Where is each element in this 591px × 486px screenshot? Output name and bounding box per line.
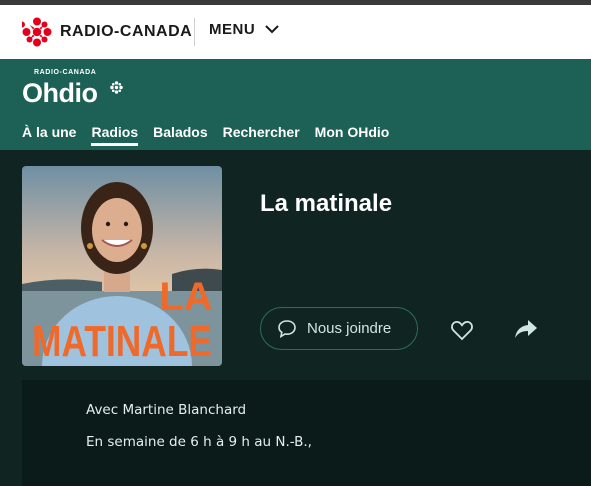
radio-canada-header: RADIO-CANADA MENU: [0, 5, 591, 59]
ohdio-logo[interactable]: RADIO-CANADA Ohdio: [22, 69, 132, 113]
cover-title-matinale: MATINALE: [32, 317, 212, 366]
nav-item-mon-ohdio[interactable]: Mon OHdio: [315, 124, 390, 145]
show-description-panel: Avec Martine Blanchard En semaine de 6 h…: [22, 380, 591, 486]
nav-item-a-la-une[interactable]: À la une: [22, 124, 76, 145]
header-divider: [194, 18, 195, 46]
brand-name: RADIO-CANADA: [60, 23, 193, 40]
contact-button-label: Nous joindre: [307, 320, 392, 337]
nav-item-balados[interactable]: Balados: [153, 124, 207, 145]
menu-button[interactable]: MENU: [209, 21, 279, 38]
cbc-gem-icon: [22, 17, 52, 47]
chevron-down-icon: [265, 25, 279, 34]
main-nav: À la une Radios Balados Rechercher Mon O…: [22, 124, 404, 146]
ohdio-bar: RADIO-CANADA Ohdio À la une Radios Balad…: [0, 59, 591, 150]
show-host: Avec Martine Blanchard: [86, 402, 247, 418]
menu-label: MENU: [209, 21, 256, 38]
nav-item-radios[interactable]: Radios: [91, 124, 138, 146]
show-content: LA MATINALE La matinale Nous joindre Ave…: [0, 150, 591, 486]
ohdio-wordmark: Ohdio: [22, 78, 98, 108]
cover-title-la: LA: [159, 275, 212, 319]
show-title: La matinale: [260, 190, 393, 217]
show-schedule: En semaine de 6 h à 9 h au N.-B.,: [86, 434, 312, 450]
ohdio-overline: RADIO-CANADA: [34, 69, 97, 76]
share-icon[interactable]: [513, 318, 539, 340]
show-cover-image: LA MATINALE: [22, 166, 222, 366]
cover-illustration: LA MATINALE: [22, 166, 222, 366]
heart-icon[interactable]: [450, 319, 474, 341]
cbc-gem-small-icon: [110, 81, 123, 94]
contact-button[interactable]: Nous joindre: [260, 307, 418, 350]
radio-canada-logo[interactable]: RADIO-CANADA: [22, 17, 192, 47]
chat-bubble-icon: [278, 319, 296, 338]
nav-item-rechercher[interactable]: Rechercher: [223, 124, 300, 145]
